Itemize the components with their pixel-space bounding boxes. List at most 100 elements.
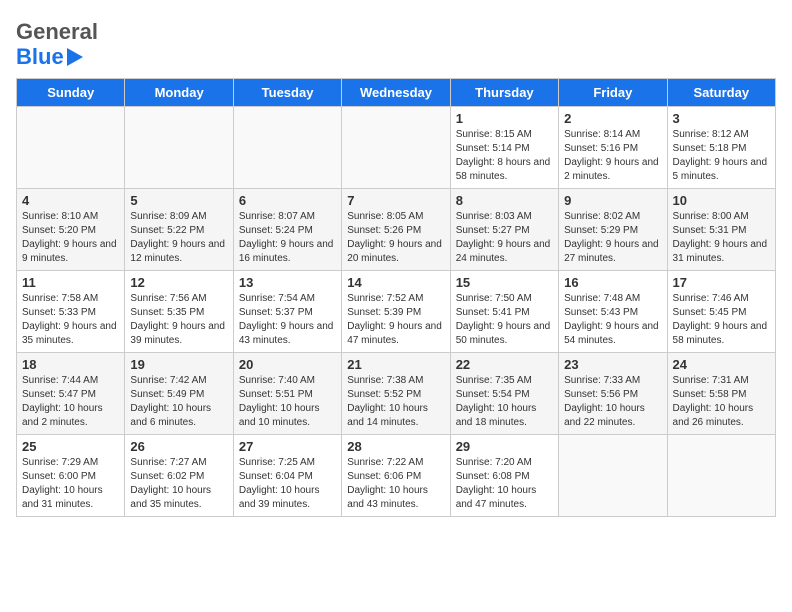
day-info: Sunrise: 7:27 AM Sunset: 6:02 PM Dayligh… <box>130 456 227 512</box>
day-number: 23 <box>564 357 661 372</box>
day-number: 15 <box>456 275 553 290</box>
day-info: Sunrise: 7:20 AM Sunset: 6:08 PM Dayligh… <box>456 456 553 512</box>
day-info: Sunrise: 7:25 AM Sunset: 6:04 PM Dayligh… <box>239 456 336 512</box>
day-number: 10 <box>673 193 770 208</box>
day-number: 4 <box>22 193 119 208</box>
calendar-cell: 12 Sunrise: 7:56 AM Sunset: 5:35 PM Dayli… <box>125 271 233 353</box>
calendar-cell: 29 Sunrise: 7:20 AM Sunset: 6:08 PM Dayli… <box>450 435 558 517</box>
calendar-cell: 19 Sunrise: 7:42 AM Sunset: 5:49 PM Dayli… <box>125 353 233 435</box>
calendar-cell: 26 Sunrise: 7:27 AM Sunset: 6:02 PM Dayli… <box>125 435 233 517</box>
day-number: 27 <box>239 439 336 454</box>
day-number: 16 <box>564 275 661 290</box>
calendar-cell: 17 Sunrise: 7:46 AM Sunset: 5:45 PM Dayli… <box>667 271 775 353</box>
day-info: Sunrise: 7:56 AM Sunset: 5:35 PM Dayligh… <box>130 292 227 348</box>
logo-arrow-icon <box>67 48 83 66</box>
calendar-cell <box>125 107 233 189</box>
weekday-header-saturday: Saturday <box>667 79 775 107</box>
day-number: 26 <box>130 439 227 454</box>
day-info: Sunrise: 8:05 AM Sunset: 5:26 PM Dayligh… <box>347 210 444 266</box>
weekday-header-tuesday: Tuesday <box>233 79 341 107</box>
calendar-cell: 5 Sunrise: 8:09 AM Sunset: 5:22 PM Daylig… <box>125 189 233 271</box>
calendar-cell <box>17 107 125 189</box>
calendar-cell: 22Sunrise: 7:35 AM Sunset: 5:54 PM Dayli… <box>450 353 558 435</box>
calendar-cell: 20 Sunrise: 7:40 AM Sunset: 5:51 PM Dayli… <box>233 353 341 435</box>
day-number: 8 <box>456 193 553 208</box>
weekday-header-wednesday: Wednesday <box>342 79 450 107</box>
day-info: Sunrise: 8:00 AM Sunset: 5:31 PM Dayligh… <box>673 210 770 266</box>
calendar-cell: 11 Sunrise: 7:58 AM Sunset: 5:33 PM Dayli… <box>17 271 125 353</box>
calendar-cell: 13Sunrise: 7:54 AM Sunset: 5:37 PM Dayli… <box>233 271 341 353</box>
calendar-week-row: 18 Sunrise: 7:44 AM Sunset: 5:47 PM Dayli… <box>17 353 776 435</box>
weekday-header-friday: Friday <box>559 79 667 107</box>
day-number: 19 <box>130 357 227 372</box>
calendar-week-row: 25 Sunrise: 7:29 AM Sunset: 6:00 PM Dayli… <box>17 435 776 517</box>
day-number: 5 <box>130 193 227 208</box>
day-number: 21 <box>347 357 444 372</box>
day-number: 14 <box>347 275 444 290</box>
calendar-cell <box>559 435 667 517</box>
header: General Blue <box>16 16 776 70</box>
day-number: 2 <box>564 111 661 126</box>
day-info: Sunrise: 7:31 AM Sunset: 5:58 PM Dayligh… <box>673 374 770 430</box>
day-info: Sunrise: 7:38 AM Sunset: 5:52 PM Dayligh… <box>347 374 444 430</box>
day-info: Sunrise: 7:33 AM Sunset: 5:56 PM Dayligh… <box>564 374 661 430</box>
day-info: Sunrise: 8:03 AM Sunset: 5:27 PM Dayligh… <box>456 210 553 266</box>
logo-general: General <box>16 19 98 44</box>
calendar-cell: 6 Sunrise: 8:07 AM Sunset: 5:24 PM Daylig… <box>233 189 341 271</box>
day-number: 3 <box>673 111 770 126</box>
day-info: Sunrise: 7:46 AM Sunset: 5:45 PM Dayligh… <box>673 292 770 348</box>
calendar-cell <box>342 107 450 189</box>
weekday-header-monday: Monday <box>125 79 233 107</box>
calendar-table: SundayMondayTuesdayWednesdayThursdayFrid… <box>16 78 776 517</box>
day-number: 28 <box>347 439 444 454</box>
calendar-cell: 3 Sunrise: 8:12 AM Sunset: 5:18 PM Daylig… <box>667 107 775 189</box>
day-number: 20 <box>239 357 336 372</box>
calendar-cell: 15Sunrise: 7:50 AM Sunset: 5:41 PM Dayli… <box>450 271 558 353</box>
day-info: Sunrise: 7:54 AM Sunset: 5:37 PM Dayligh… <box>239 292 336 348</box>
day-info: Sunrise: 7:40 AM Sunset: 5:51 PM Dayligh… <box>239 374 336 430</box>
day-info: Sunrise: 7:44 AM Sunset: 5:47 PM Dayligh… <box>22 374 119 430</box>
calendar-cell: 2 Sunrise: 8:14 AM Sunset: 5:16 PM Daylig… <box>559 107 667 189</box>
day-info: Sunrise: 7:58 AM Sunset: 5:33 PM Dayligh… <box>22 292 119 348</box>
calendar-cell: 23 Sunrise: 7:33 AM Sunset: 5:56 PM Dayli… <box>559 353 667 435</box>
calendar-week-row: 1Sunrise: 8:15 AM Sunset: 5:14 PM Daylig… <box>17 107 776 189</box>
weekday-header-thursday: Thursday <box>450 79 558 107</box>
day-number: 24 <box>673 357 770 372</box>
day-number: 25 <box>22 439 119 454</box>
day-info: Sunrise: 7:29 AM Sunset: 6:00 PM Dayligh… <box>22 456 119 512</box>
day-number: 17 <box>673 275 770 290</box>
day-number: 6 <box>239 193 336 208</box>
day-info: Sunrise: 8:09 AM Sunset: 5:22 PM Dayligh… <box>130 210 227 266</box>
day-info: Sunrise: 8:15 AM Sunset: 5:14 PM Dayligh… <box>456 128 553 184</box>
calendar-cell: 21 Sunrise: 7:38 AM Sunset: 5:52 PM Dayli… <box>342 353 450 435</box>
day-number: 11 <box>22 275 119 290</box>
calendar-cell: 1Sunrise: 8:15 AM Sunset: 5:14 PM Daylig… <box>450 107 558 189</box>
day-number: 12 <box>130 275 227 290</box>
logo: General Blue <box>16 20 111 70</box>
day-info: Sunrise: 8:10 AM Sunset: 5:20 PM Dayligh… <box>22 210 119 266</box>
calendar-week-row: 11 Sunrise: 7:58 AM Sunset: 5:33 PM Dayli… <box>17 271 776 353</box>
calendar-cell: 24 Sunrise: 7:31 AM Sunset: 5:58 PM Dayli… <box>667 353 775 435</box>
calendar-cell: 25 Sunrise: 7:29 AM Sunset: 6:00 PM Dayli… <box>17 435 125 517</box>
calendar-cell: 28 Sunrise: 7:22 AM Sunset: 6:06 PM Dayli… <box>342 435 450 517</box>
calendar-week-row: 4 Sunrise: 8:10 AM Sunset: 5:20 PM Daylig… <box>17 189 776 271</box>
day-number: 9 <box>564 193 661 208</box>
calendar-cell: 10 Sunrise: 8:00 AM Sunset: 5:31 PM Dayli… <box>667 189 775 271</box>
day-info: Sunrise: 7:48 AM Sunset: 5:43 PM Dayligh… <box>564 292 661 348</box>
day-info: Sunrise: 8:14 AM Sunset: 5:16 PM Dayligh… <box>564 128 661 184</box>
day-info: Sunrise: 7:22 AM Sunset: 6:06 PM Dayligh… <box>347 456 444 512</box>
day-number: 18 <box>22 357 119 372</box>
day-info: Sunrise: 7:42 AM Sunset: 5:49 PM Dayligh… <box>130 374 227 430</box>
day-info: Sunrise: 8:12 AM Sunset: 5:18 PM Dayligh… <box>673 128 770 184</box>
day-info: Sunrise: 7:52 AM Sunset: 5:39 PM Dayligh… <box>347 292 444 348</box>
day-info: Sunrise: 8:07 AM Sunset: 5:24 PM Dayligh… <box>239 210 336 266</box>
calendar-cell: 9Sunrise: 8:02 AM Sunset: 5:29 PM Daylig… <box>559 189 667 271</box>
calendar-header-row: SundayMondayTuesdayWednesdayThursdayFrid… <box>17 79 776 107</box>
weekday-header-sunday: Sunday <box>17 79 125 107</box>
day-number: 22 <box>456 357 553 372</box>
calendar-cell: 18 Sunrise: 7:44 AM Sunset: 5:47 PM Dayli… <box>17 353 125 435</box>
calendar-cell: 27 Sunrise: 7:25 AM Sunset: 6:04 PM Dayli… <box>233 435 341 517</box>
calendar-cell: 16 Sunrise: 7:48 AM Sunset: 5:43 PM Dayli… <box>559 271 667 353</box>
day-number: 29 <box>456 439 553 454</box>
calendar-cell: 14 Sunrise: 7:52 AM Sunset: 5:39 PM Dayli… <box>342 271 450 353</box>
